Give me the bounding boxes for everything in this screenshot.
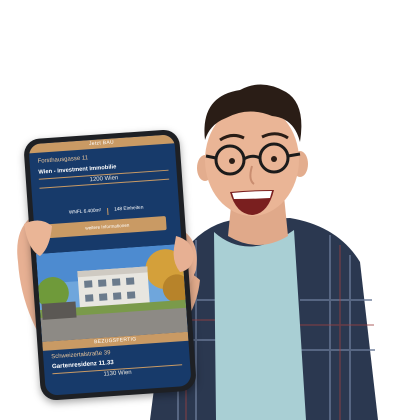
t-shirt <box>214 230 306 420</box>
more-info-button[interactable]: weitere Informationen <box>48 215 167 239</box>
stats-divider <box>107 207 109 216</box>
listing-area: WNFL 6.400m² <box>68 208 102 216</box>
listing-card-top: Forsthausgasse 11 Wien - Investment Immo… <box>29 143 181 239</box>
building-photo <box>36 243 188 342</box>
phone-screen: Jetzt BAU Forsthausgasse 11 Wien - Inves… <box>28 134 192 396</box>
listing-units: 148 Einheiten <box>114 205 144 213</box>
smartphone: Jetzt BAU Forsthausgasse 11 Wien - Inves… <box>23 128 197 402</box>
